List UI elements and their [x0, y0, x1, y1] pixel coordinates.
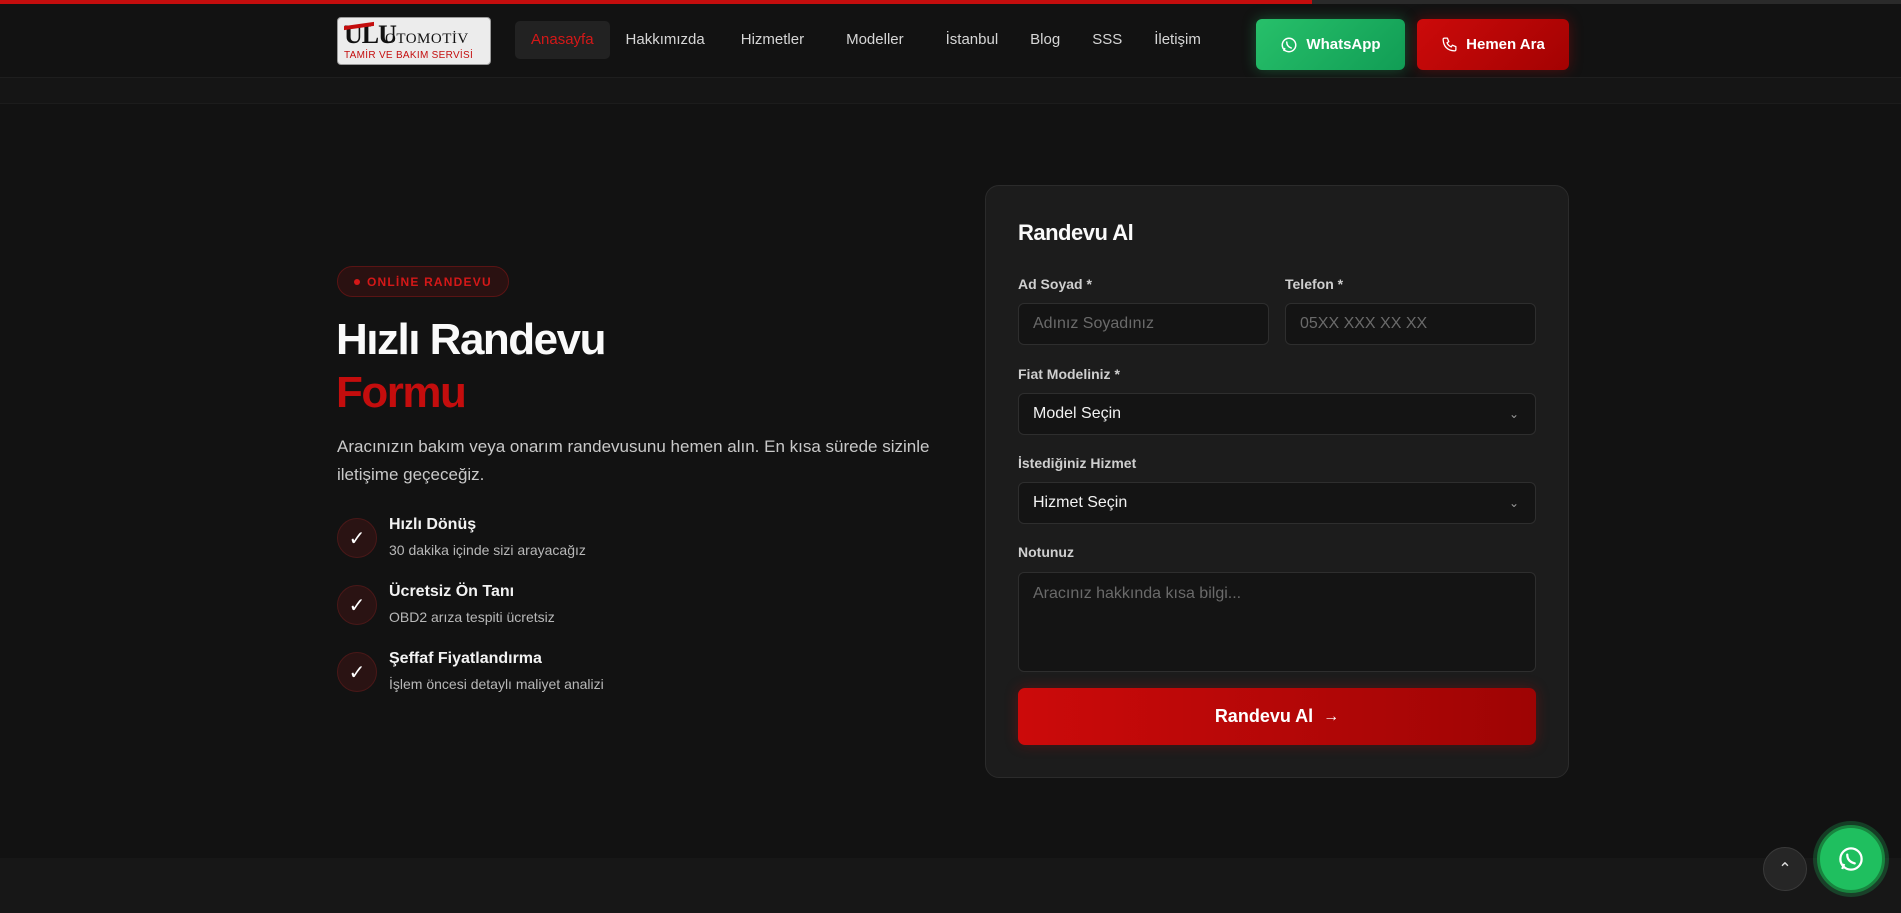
- floating-whatsapp-button[interactable]: [1817, 825, 1885, 893]
- nav-item-modeller[interactable]: Modeller: [824, 21, 926, 59]
- feature-desc: İşlem öncesi detaylı maliyet analizi: [389, 676, 604, 692]
- phone-icon: [1442, 37, 1457, 52]
- chevron-down-icon: ⌄: [1508, 496, 1519, 510]
- submit-button[interactable]: Randevu Al →: [1018, 688, 1536, 745]
- nav-item-blog[interactable]: Blog: [1014, 21, 1076, 59]
- whatsapp-button-label: WhatsApp: [1306, 36, 1381, 53]
- check-icon: ✓: [337, 585, 377, 625]
- note-textarea[interactable]: Aracınız hakkında kısa bilgi...: [1018, 572, 1536, 672]
- hero-title-line1: Hızlı Randevu: [336, 315, 607, 364]
- feature-desc: 30 dakika içinde sizi arayacağız: [389, 542, 586, 558]
- service-select-value: Hizmet Seçin: [1033, 494, 1128, 511]
- model-select-value: Model Seçin: [1033, 405, 1122, 422]
- nav-item-iletisim[interactable]: İletişim: [1138, 21, 1217, 59]
- form-title: Randevu Al: [1018, 220, 1134, 245]
- logo-subtitle: TAMİR VE BAKIM SERVİSİ: [344, 50, 474, 61]
- feature-title: Ücretsiz Ön Tanı: [389, 583, 515, 600]
- note-label: Notunuz: [1018, 544, 1074, 560]
- model-select[interactable]: Model Seçin ⌄: [1018, 393, 1536, 435]
- online-randevu-badge: ONLİNE RANDEVU: [337, 266, 509, 297]
- chevron-up-icon: ⌃: [1778, 861, 1792, 878]
- site-header: ULU OTOMOTİV TAMİR VE BAKIM SERVİSİ Anas…: [0, 4, 1901, 78]
- logo-word: OTOMOTİV: [385, 31, 469, 47]
- badge-label: ONLİNE RANDEVU: [367, 274, 492, 289]
- feature-title: Hızlı Dönüş: [389, 516, 477, 533]
- call-button-label: Hemen Ara: [1466, 36, 1545, 53]
- check-icon: ✓: [337, 652, 377, 692]
- check-icon: ✓: [337, 518, 377, 558]
- nav-item-anasayfa[interactable]: Anasayfa: [515, 21, 610, 59]
- site-logo[interactable]: ULU OTOMOTİV TAMİR VE BAKIM SERVİSİ: [337, 17, 491, 65]
- nav-item-hakkimizda[interactable]: Hakkımızda: [610, 21, 721, 59]
- whatsapp-button[interactable]: WhatsApp: [1256, 19, 1405, 70]
- back-to-top-button[interactable]: ⌃: [1763, 847, 1807, 891]
- hero-lead: Aracınızın bakım veya onarım randevusunu…: [337, 437, 930, 484]
- feature-title: Şeffaf Fiyatlandırma: [389, 650, 542, 667]
- nav-item-hizmetler[interactable]: Hizmetler: [721, 21, 824, 59]
- name-label: Ad Soyad *: [1018, 276, 1092, 292]
- nav-item-istanbul[interactable]: İstanbul: [926, 21, 1015, 59]
- model-label: Fiat Modeliniz *: [1018, 366, 1120, 382]
- hero-title-line2: Formu: [336, 368, 467, 417]
- whatsapp-icon: [1281, 37, 1297, 52]
- header-subbar: [0, 78, 1901, 104]
- arrow-right-icon: →: [1323, 707, 1340, 725]
- whatsapp-icon: [1839, 847, 1863, 871]
- submit-button-label: Randevu Al: [1214, 706, 1314, 726]
- service-label: İstediğiniz Hizmet: [1018, 455, 1137, 471]
- chevron-down-icon: ⌄: [1508, 407, 1519, 421]
- name-input[interactable]: Adınız Soyadınız: [1018, 303, 1269, 345]
- appointment-form: Randevu Al Ad Soyad * Adınız Soyadınız T…: [985, 185, 1569, 778]
- next-section: [0, 858, 1901, 913]
- main-nav: Anasayfa Hakkımızda Hizmetler Modeller İ…: [515, 21, 1217, 59]
- service-select[interactable]: Hizmet Seçin ⌄: [1018, 482, 1536, 524]
- nav-item-sss[interactable]: SSS: [1076, 21, 1138, 59]
- feature-desc: OBD2 arıza tespiti ücretsiz: [389, 609, 555, 625]
- badge-dot: [354, 278, 360, 285]
- call-button[interactable]: Hemen Ara: [1417, 19, 1569, 70]
- phone-label: Telefon *: [1285, 276, 1344, 292]
- phone-input[interactable]: 05XX XXX XX XX: [1285, 303, 1536, 345]
